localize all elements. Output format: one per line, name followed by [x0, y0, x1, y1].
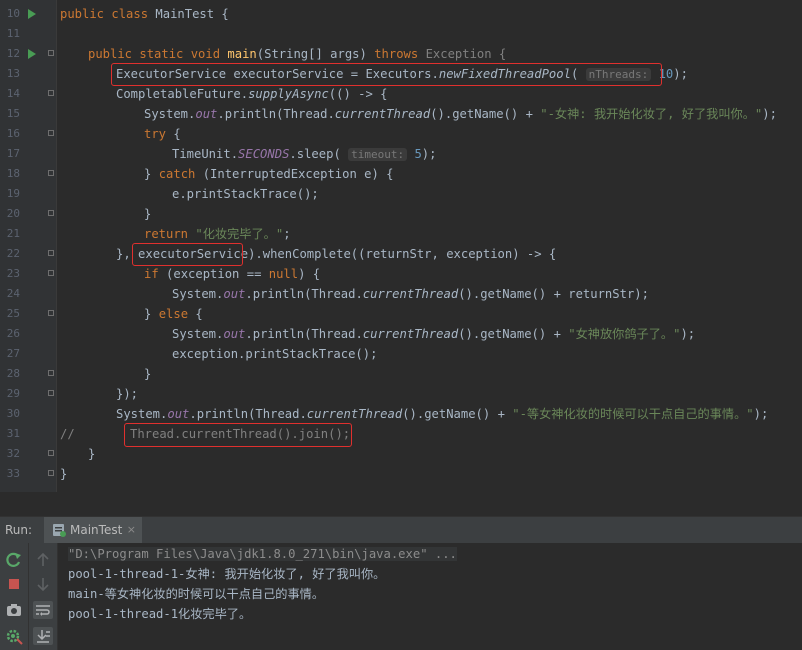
- code-line-21[interactable]: 21 return "化妆完毕了。";: [0, 224, 802, 244]
- run-config-icon: [53, 524, 66, 537]
- run-label: Run:: [5, 523, 33, 537]
- fold-marker-icon[interactable]: [48, 450, 54, 456]
- soft-wrap-icon[interactable]: [33, 601, 53, 619]
- run-gutter-icon[interactable]: [25, 49, 39, 59]
- line-number: 23: [6, 267, 20, 280]
- code-line-18[interactable]: 18 } catch (InterruptedException e) {: [0, 164, 802, 184]
- highlight-box-join-call: [124, 423, 352, 447]
- line-number: 21: [6, 227, 20, 240]
- line-number: 29: [6, 387, 20, 400]
- arrow-up-icon[interactable]: [33, 551, 53, 569]
- line-number: 30: [6, 407, 20, 420]
- line-number: 18: [6, 167, 20, 180]
- line-number: 25: [6, 307, 20, 320]
- fold-marker-icon[interactable]: [48, 470, 54, 476]
- console-line: pool-1-thread-1化妆完毕了。: [68, 607, 252, 621]
- line-number: 28: [6, 367, 20, 380]
- code-line-14[interactable]: 14 CompletableFuture.supplyAsync(() -> {: [0, 84, 802, 104]
- console-line: main-等女神化妆的时候可以干点自己的事情。: [68, 587, 325, 601]
- console-toolbar-right: [29, 543, 58, 650]
- line-number: 27: [6, 347, 20, 360]
- line-number: 13: [6, 67, 20, 80]
- code-line-33[interactable]: 33 }: [0, 464, 802, 484]
- fold-marker-icon[interactable]: [48, 210, 54, 216]
- run-tool-window-header: Run: MainTest ×: [0, 516, 802, 544]
- tab-main-test[interactable]: MainTest ×: [44, 517, 142, 543]
- code-line-20[interactable]: 20 }: [0, 204, 802, 224]
- line-number: 11: [6, 27, 20, 40]
- line-number: 22: [6, 247, 20, 260]
- rerun-icon[interactable]: [4, 551, 24, 569]
- fold-marker-icon[interactable]: [48, 310, 54, 316]
- line-number: 31: [6, 427, 20, 440]
- fold-marker-icon[interactable]: [48, 390, 54, 396]
- fold-marker-icon[interactable]: [48, 250, 54, 256]
- fold-marker-icon[interactable]: [48, 130, 54, 136]
- run-gutter-icon[interactable]: [25, 9, 39, 19]
- code-line-15[interactable]: 15 System.out.println(Thread.currentThre…: [0, 104, 802, 124]
- fold-marker-icon[interactable]: [48, 90, 54, 96]
- highlight-box-executor-service: [111, 63, 662, 86]
- line-number: 33: [6, 467, 20, 480]
- fold-marker-icon[interactable]: [48, 270, 54, 276]
- line-number: 16: [6, 127, 20, 140]
- tab-label: MainTest: [70, 523, 123, 537]
- code-line-17[interactable]: 17 TimeUnit.SECONDS.sleep( timeout: 5);: [0, 144, 802, 164]
- code-line-31[interactable]: 31 // Thread.currentThread().join();: [0, 424, 802, 444]
- code-line-23[interactable]: 23 if (exception == null) {: [0, 264, 802, 284]
- line-number: 20: [6, 207, 20, 220]
- settings-gear-icon[interactable]: [4, 627, 24, 645]
- highlight-box-executor-argument: [132, 243, 243, 266]
- line-number: 26: [6, 327, 20, 340]
- code-line-28[interactable]: 28 }: [0, 364, 802, 384]
- stop-icon[interactable]: [4, 575, 24, 593]
- line-number: 19: [6, 187, 20, 200]
- line-number: 10: [6, 7, 20, 20]
- camera-icon[interactable]: [4, 601, 24, 619]
- fold-marker-icon[interactable]: [48, 370, 54, 376]
- code-line-26[interactable]: 26 System.out.println(Thread.currentThre…: [0, 324, 802, 344]
- line-number: 15: [6, 107, 20, 120]
- code-line-29[interactable]: 29 });: [0, 384, 802, 404]
- parameter-hint: timeout:: [348, 148, 408, 161]
- code-line-22[interactable]: 22 }, executorService).whenComplete((ret…: [0, 244, 802, 264]
- console-toolbar-left: [0, 543, 29, 650]
- console-line: pool-1-thread-1-女神: 我开始化妆了, 好了我叫你。: [68, 567, 386, 581]
- line-number: 32: [6, 447, 20, 460]
- close-icon[interactable]: ×: [127, 517, 136, 543]
- code-line-32[interactable]: 32 }: [0, 444, 802, 464]
- code-line-19[interactable]: 19 e.printStackTrace();: [0, 184, 802, 204]
- fold-marker-icon[interactable]: [48, 170, 54, 176]
- line-number: 17: [6, 147, 20, 160]
- arrow-down-icon[interactable]: [33, 575, 53, 593]
- line-number: 24: [6, 287, 20, 300]
- code-line-27[interactable]: 27 exception.printStackTrace();: [0, 344, 802, 364]
- code-line-24[interactable]: 24 System.out.println(Thread.currentThre…: [0, 284, 802, 304]
- code-line-16[interactable]: 16 try {: [0, 124, 802, 144]
- run-console[interactable]: "D:\Program Files\Java\jdk1.8.0_271\bin\…: [0, 543, 802, 650]
- code-editor[interactable]: 10 public class MainTest { 11 12 public …: [0, 0, 802, 492]
- console-command: "D:\Program Files\Java\jdk1.8.0_271\bin\…: [68, 547, 457, 561]
- code-line-10[interactable]: 10 public class MainTest {: [0, 4, 802, 24]
- fold-marker-icon[interactable]: [48, 50, 54, 56]
- line-number: 14: [6, 87, 20, 100]
- code-line-30[interactable]: 30 System.out.println(Thread.currentThre…: [0, 404, 802, 424]
- line-number: 12: [6, 47, 20, 60]
- console-line: "D:\Program Files\Java\jdk1.8.0_271\bin\…: [68, 544, 457, 564]
- code-line-25[interactable]: 25 } else {: [0, 304, 802, 324]
- code-line-12[interactable]: 12 public static void main(String[] args…: [0, 44, 802, 64]
- code-line-11[interactable]: 11: [0, 24, 802, 44]
- scroll-to-end-icon[interactable]: [33, 627, 53, 645]
